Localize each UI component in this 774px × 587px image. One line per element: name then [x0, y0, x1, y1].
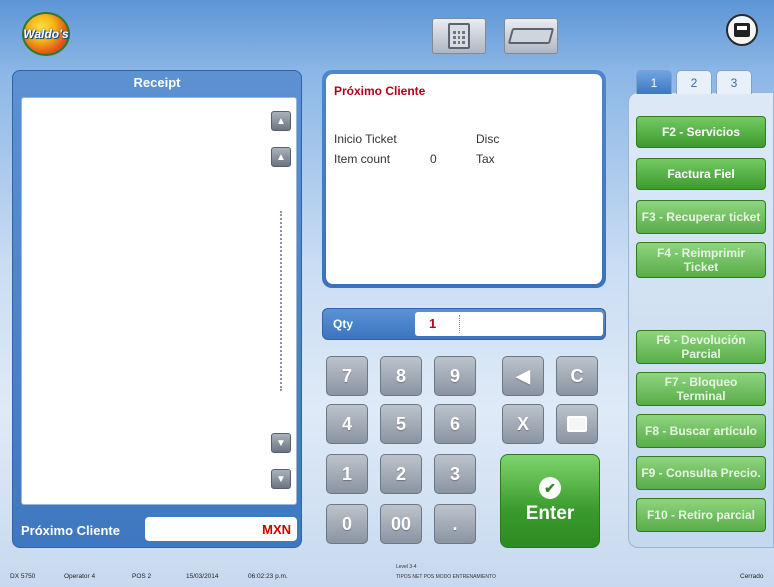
cancel-button[interactable]: X	[502, 404, 544, 444]
consulta-precio-button[interactable]: F9 - Consulta Precio.	[636, 456, 766, 490]
disc-label: Disc	[476, 132, 500, 146]
bloqueo-terminal-button[interactable]: F7 - Bloqueo Terminal	[636, 372, 766, 406]
scroll-up-button[interactable]: ▲	[271, 147, 291, 167]
calculator-icon	[448, 23, 470, 49]
ticket-info-panel: Próximo Cliente Inicio Ticket Disc Item …	[322, 70, 606, 288]
receipt-title: Receipt	[133, 75, 181, 90]
recuperar-ticket-button[interactable]: F3 - Recuperar ticket	[636, 200, 766, 234]
open-drawer-button[interactable]	[556, 404, 598, 444]
buscar-articulo-button[interactable]: F8 - Buscar artículo	[636, 414, 766, 448]
qty-cursor	[459, 315, 460, 333]
reimprimir-ticket-button[interactable]: F4 - Reimprimir Ticket	[636, 242, 766, 278]
backspace-icon: ◀	[516, 365, 530, 386]
key-7[interactable]: 7	[326, 356, 368, 396]
enter-label: Enter	[525, 503, 575, 524]
status-time: 06:02:23 p.m.	[248, 573, 288, 580]
status-line1: Level 3-4	[396, 564, 417, 570]
scroll-top-button[interactable]: ▲	[271, 111, 291, 131]
quantity-bar: Qty 1	[322, 308, 606, 340]
status-right: Cerrado	[740, 573, 764, 580]
tab-3[interactable]: 3	[716, 70, 752, 94]
servicios-button[interactable]: F2 - Servicios	[636, 116, 766, 148]
key-3[interactable]: 3	[434, 454, 476, 494]
calculator-button[interactable]	[432, 18, 486, 54]
tax-label: Tax	[476, 152, 495, 166]
status-operator: Operator 4	[64, 573, 96, 580]
status-store: DX 5750	[10, 573, 36, 580]
check-icon: ✔	[539, 477, 561, 499]
customer-label: Próximo Cliente	[21, 523, 120, 538]
clear-button[interactable]: C	[556, 356, 598, 396]
scroll-bottom-button[interactable]: ▼	[271, 469, 291, 489]
devolucion-parcial-button[interactable]: F6 - Devolución Parcial	[636, 330, 766, 364]
key-8[interactable]: 8	[380, 356, 422, 396]
key-5[interactable]: 5	[380, 404, 422, 444]
receipt-panel: Receipt ▲ ▲ ▼ ▼ Próximo Cliente MXN	[12, 70, 302, 548]
key-2[interactable]: 2	[380, 454, 422, 494]
inicio-ticket-label: Inicio Ticket	[334, 132, 397, 146]
status-date: 15/03/2014	[186, 573, 219, 580]
tab-2[interactable]: 2	[676, 70, 712, 94]
logo-text: Waldo's	[23, 27, 69, 41]
keyboard-icon	[507, 28, 555, 44]
key-6[interactable]: 6	[434, 404, 476, 444]
receipt-content[interactable]	[21, 97, 297, 505]
backspace-button[interactable]: ◀	[502, 356, 544, 396]
status-pos: POS 2	[132, 573, 152, 580]
item-count-value: 0	[430, 152, 437, 166]
brand-logo: Waldo's	[22, 12, 70, 56]
key-decimal[interactable]: .	[434, 504, 476, 544]
key-0[interactable]: 0	[326, 504, 368, 544]
printer-button[interactable]	[726, 14, 758, 46]
key-4[interactable]: 4	[326, 404, 368, 444]
qty-value: 1	[429, 316, 437, 331]
printer-icon	[734, 23, 750, 37]
item-count-label: Item count	[334, 152, 391, 166]
keyboard-button[interactable]	[504, 18, 558, 54]
factura-fiel-button[interactable]: Factura Fiel	[636, 158, 766, 190]
key-9[interactable]: 9	[434, 356, 476, 396]
key-00[interactable]: 00	[380, 504, 422, 544]
qty-label: Qty	[333, 317, 354, 331]
customer-total-field[interactable]: MXN	[145, 517, 297, 541]
retiro-parcial-button[interactable]: F10 - Retiro parcial	[636, 498, 766, 532]
scroll-track[interactable]	[280, 211, 282, 391]
status-bar: DX 5750 Operator 4 POS 2 15/03/2014 06:0…	[0, 562, 774, 587]
key-1[interactable]: 1	[326, 454, 368, 494]
scroll-down-button[interactable]: ▼	[271, 433, 291, 453]
folder-icon	[567, 416, 587, 432]
enter-button[interactable]: ✔ Enter	[500, 454, 600, 548]
qty-input[interactable]: 1	[415, 312, 603, 336]
currency-label: MXN	[262, 521, 291, 537]
tab-1[interactable]: 1	[636, 70, 672, 94]
status-line2: TIPOS NET POS MODO ENTRENAMIENTO	[396, 574, 496, 580]
ticket-title: Próximo Cliente	[334, 84, 426, 98]
